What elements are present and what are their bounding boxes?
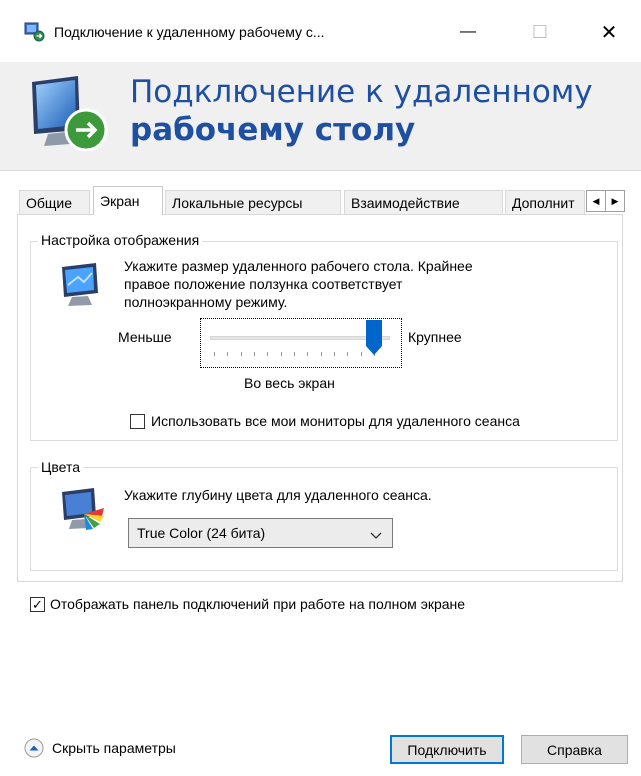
remote-desktop-logo-icon bbox=[26, 74, 118, 156]
connection-bar-label[interactable]: Отображать панель подключений при работе… bbox=[50, 596, 465, 612]
color-depth-select[interactable]: True Color (24 бита) bbox=[128, 518, 393, 548]
chevron-down-icon bbox=[370, 527, 382, 543]
maximize-icon: ☐ bbox=[531, 21, 549, 42]
tab-label: Локальные ресурсы bbox=[172, 194, 303, 211]
slider-min-label: Меньше bbox=[118, 329, 172, 345]
slider-thumb[interactable] bbox=[366, 320, 382, 356]
slider-tick bbox=[347, 352, 349, 356]
color-monitor-icon bbox=[58, 486, 106, 534]
tab-label: Взаимодействие bbox=[351, 194, 460, 211]
tab-label: Дополнит bbox=[512, 194, 575, 211]
display-description-line2: правое положение ползунка соответствует bbox=[124, 276, 403, 292]
minimize-icon: — bbox=[460, 23, 476, 40]
hide-options-button[interactable]: Скрыть параметры bbox=[24, 738, 176, 758]
close-icon: ✕ bbox=[600, 21, 618, 44]
slider-tick bbox=[240, 352, 242, 356]
rdp-app-icon bbox=[24, 22, 46, 42]
help-button[interactable]: Справка bbox=[521, 735, 628, 764]
slider-track bbox=[210, 336, 390, 340]
display-description-line1: Укажите размер удаленного рабочего стола… bbox=[124, 258, 473, 274]
slider-tick bbox=[294, 352, 295, 356]
close-button[interactable]: ✕ bbox=[586, 14, 632, 50]
tab-label: Общие bbox=[26, 194, 73, 211]
tab-general[interactable]: Общие bbox=[19, 190, 90, 214]
collapse-up-icon bbox=[24, 738, 44, 758]
arrow-right-icon: ▶ bbox=[611, 195, 619, 206]
color-depth-value: True Color (24 бита) bbox=[137, 525, 266, 541]
checkmark-icon: ✓ bbox=[32, 597, 43, 612]
slider-tick bbox=[254, 352, 255, 356]
colors-description: Укажите глубину цвета для удаленного сеа… bbox=[124, 487, 432, 503]
slider-tick bbox=[307, 352, 309, 356]
monitor-icon bbox=[58, 261, 104, 307]
all-monitors-label[interactable]: Использовать все мои мониторы для удален… bbox=[151, 413, 520, 429]
banner-title-line1: Подключение к удаленному bbox=[130, 74, 593, 110]
tab-scroll-left-button[interactable]: ◀ bbox=[586, 190, 606, 212]
slider-max-label: Крупнее bbox=[408, 329, 462, 345]
tab-experience[interactable]: Взаимодействие bbox=[344, 190, 503, 214]
slider-tick bbox=[280, 352, 282, 356]
slider-value-text: Во весь экран bbox=[244, 375, 335, 391]
tab-advanced[interactable]: Дополнит bbox=[505, 190, 585, 214]
tab-local-resources[interactable]: Локальные ресурсы bbox=[165, 190, 341, 214]
slider-tick bbox=[214, 352, 215, 356]
connection-bar-checkbox[interactable]: ✓ bbox=[30, 597, 45, 612]
tab-display[interactable]: Экран bbox=[93, 186, 163, 215]
arrow-left-icon: ◀ bbox=[592, 195, 600, 206]
minimize-button[interactable]: — bbox=[445, 14, 491, 50]
slider-tick bbox=[227, 352, 229, 356]
slider-tick bbox=[267, 352, 269, 356]
slider-tick bbox=[334, 352, 335, 356]
maximize-button: ☐ bbox=[517, 14, 563, 50]
slider-tick bbox=[320, 352, 322, 356]
banner-title-line2: рабочему столу bbox=[130, 112, 416, 148]
display-description-line3: полноэкранному режиму. bbox=[124, 294, 288, 310]
display-settings-group-label: Настройка отображения bbox=[38, 232, 203, 248]
colors-group-label: Цвета bbox=[38, 459, 83, 475]
help-button-label: Справка bbox=[547, 741, 602, 758]
window-title: Подключение к удаленному рабочему с... bbox=[54, 24, 325, 40]
all-monitors-checkbox[interactable] bbox=[130, 414, 145, 429]
hide-options-label: Скрыть параметры bbox=[52, 740, 176, 756]
tab-scroll-right-button[interactable]: ▶ bbox=[605, 190, 625, 212]
tab-label: Экран bbox=[100, 193, 140, 209]
connect-button[interactable]: Подключить bbox=[390, 735, 504, 764]
connect-button-label: Подключить bbox=[407, 741, 487, 758]
slider-tick bbox=[360, 352, 362, 356]
